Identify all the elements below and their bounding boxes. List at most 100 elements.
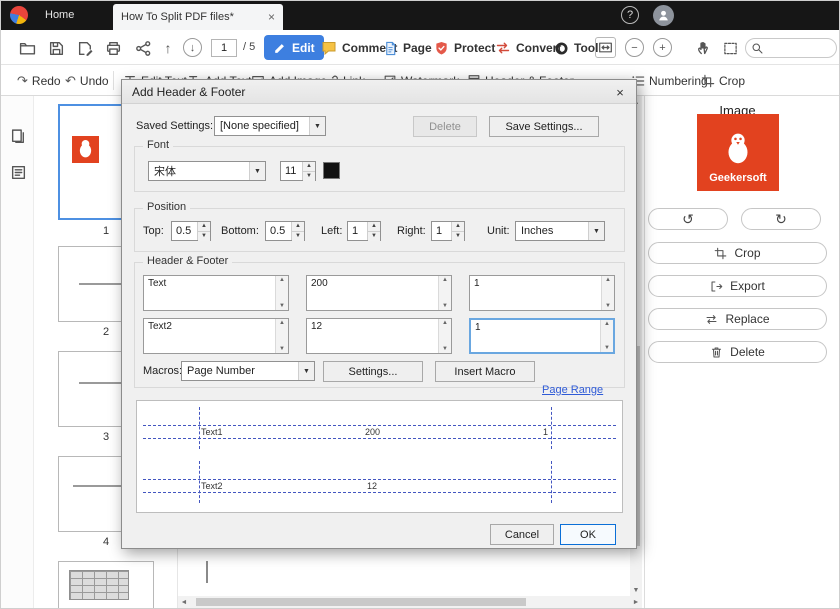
saved-settings-select[interactable]: [None specified] ▼ — [214, 116, 326, 136]
share-button[interactable] — [132, 37, 154, 59]
arrow-up-icon: ↑ — [165, 40, 172, 56]
insert-macro-button[interactable]: Insert Macro — [435, 361, 535, 382]
save-settings-button[interactable]: Save Settings... — [489, 116, 599, 137]
scroll-down-icon[interactable]: ▼ — [630, 584, 642, 596]
numbering-button[interactable]: Numbering — [631, 71, 708, 91]
undo-button[interactable]: ↶ Undo — [65, 71, 109, 91]
avatar[interactable] — [653, 5, 674, 26]
zoom-out-button[interactable]: − — [625, 38, 644, 57]
cancel-button[interactable]: Cancel — [490, 524, 554, 545]
next-page-button[interactable]: ↓ — [183, 38, 202, 57]
page-number-input[interactable]: 1 — [211, 39, 237, 57]
save-button[interactable] — [45, 37, 67, 59]
export-image-label: Export — [730, 279, 765, 293]
document-tab[interactable]: How To Split PDF files* × — [113, 4, 283, 30]
footer-center-textarea[interactable]: 12 ▲▼ — [306, 318, 452, 354]
right-spinner[interactable]: 1 ▲▼ — [431, 221, 465, 241]
position-group: Position Top: 0.5 ▲▼ Bottom: 0.5 ▲▼ Left… — [134, 208, 625, 252]
scroll-right-icon[interactable]: ► — [630, 596, 642, 608]
font-group-legend: Font — [143, 139, 173, 151]
tab-close-icon[interactable]: × — [268, 10, 275, 24]
textarea-scrollbar[interactable]: ▲▼ — [438, 319, 451, 353]
page-total-label: / 5 — [243, 41, 255, 53]
font-color-swatch[interactable] — [323, 162, 340, 179]
delete-settings-button[interactable]: Delete — [413, 116, 477, 137]
spinner-arrows[interactable]: ▲▼ — [302, 162, 315, 180]
textarea-scrollbar[interactable]: ▲▼ — [275, 276, 288, 310]
unit-select[interactable]: Inches ▼ — [515, 221, 605, 241]
tab-protect-label: Protect — [454, 41, 495, 55]
header-right-textarea[interactable]: 1 ▲▼ — [469, 275, 615, 311]
tool-icon — [554, 41, 569, 56]
page-thumbnail-5[interactable] — [58, 561, 154, 609]
top-spinner[interactable]: 0.5 ▲▼ — [171, 221, 211, 241]
bottom-spinner[interactable]: 0.5 ▲▼ — [265, 221, 305, 241]
macros-select[interactable]: Page Number ▼ — [181, 361, 315, 381]
tab-edit[interactable]: Edit — [264, 35, 324, 60]
pages-icon — [10, 128, 27, 145]
preview-header-center: 200 — [365, 427, 380, 437]
footer-left-textarea[interactable]: Text2 ▲▼ — [143, 318, 289, 354]
preview-footer-center: 12 — [367, 481, 377, 491]
header-right-value: 1 — [474, 278, 480, 289]
horizontal-scroll-thumb[interactable] — [196, 598, 526, 606]
spinner-arrows[interactable]: ▲▼ — [367, 222, 380, 240]
header-center-textarea[interactable]: 200 ▲▼ — [306, 275, 452, 311]
dialog-titlebar[interactable]: Add Header & Footer × — [122, 80, 636, 104]
font-size-spinner[interactable]: 11 ▲▼ — [280, 161, 316, 181]
font-size-value: 11 — [281, 162, 302, 180]
spinner-arrows[interactable]: ▲▼ — [451, 222, 464, 240]
replace-image-button[interactable]: Replace — [648, 308, 827, 330]
save-as-button[interactable] — [74, 37, 96, 59]
tab-tool[interactable]: Tool — [554, 37, 598, 59]
delete-image-button[interactable]: Delete — [648, 341, 827, 363]
scroll-left-icon[interactable]: ◄ — [178, 596, 190, 608]
macro-settings-button[interactable]: Settings... — [323, 361, 423, 382]
rotate-left-button[interactable]: ↺ — [648, 208, 728, 230]
rotate-right-button[interactable]: ↻ — [741, 208, 821, 230]
rotate-left-icon: ↺ — [682, 211, 694, 228]
redo-button[interactable]: ↷ Redo — [17, 71, 61, 91]
bottom-label: Bottom: — [221, 225, 259, 237]
print-button[interactable] — [102, 37, 124, 59]
thumbnails-panel-button[interactable] — [8, 126, 28, 146]
page-range-link[interactable]: Page Range — [542, 384, 603, 396]
convert-icon — [495, 40, 511, 56]
textarea-scrollbar[interactable]: ▲▼ — [438, 276, 451, 310]
textarea-scrollbar[interactable]: ▲▼ — [601, 276, 614, 310]
thumb-table-image — [69, 570, 129, 600]
dialog-close-icon[interactable]: × — [610, 83, 630, 101]
previous-page-button[interactable]: ↑ — [159, 37, 177, 59]
crop-tool-button[interactable]: Crop — [701, 71, 745, 91]
help-button[interactable]: ? — [621, 6, 639, 24]
textarea-scrollbar[interactable]: ▲▼ — [275, 319, 288, 353]
crop-icon — [714, 247, 727, 260]
select-area-button[interactable] — [719, 37, 741, 59]
spinner-arrows[interactable]: ▲▼ — [197, 222, 210, 240]
search-input[interactable] — [745, 38, 837, 58]
textarea-scrollbar[interactable]: ▲▼ — [600, 320, 613, 352]
left-spinner[interactable]: 1 ▲▼ — [347, 221, 381, 241]
toolbar-divider — [113, 71, 114, 90]
export-image-button[interactable]: Export — [648, 275, 827, 297]
footer-right-textarea[interactable]: 1 ▲▼ — [469, 318, 615, 354]
crop-image-button[interactable]: Crop — [648, 242, 827, 264]
app-logo-icon[interactable] — [10, 6, 28, 24]
tab-protect[interactable]: Protect — [434, 37, 495, 59]
bookmarks-panel-button[interactable] — [8, 162, 28, 182]
fit-width-button[interactable] — [595, 37, 616, 58]
page-icon — [383, 41, 398, 56]
tab-page[interactable]: Page — [383, 37, 432, 59]
hand-tool-button[interactable] — [693, 37, 715, 59]
zoom-in-button[interactable]: + — [653, 38, 672, 57]
redo-icon: ↷ — [17, 73, 28, 89]
horizontal-scrollbar[interactable]: ◄ ► — [178, 596, 642, 608]
tab-convert[interactable]: Convert — [495, 37, 561, 59]
header-left-textarea[interactable]: Text ▲▼ — [143, 275, 289, 311]
home-menu[interactable]: Home — [45, 9, 74, 21]
spinner-arrows[interactable]: ▲▼ — [291, 222, 304, 240]
font-family-select[interactable]: 宋体 ▼ — [148, 161, 266, 181]
ok-button[interactable]: OK — [560, 524, 616, 545]
export-icon — [710, 280, 723, 293]
open-button[interactable] — [16, 37, 38, 59]
